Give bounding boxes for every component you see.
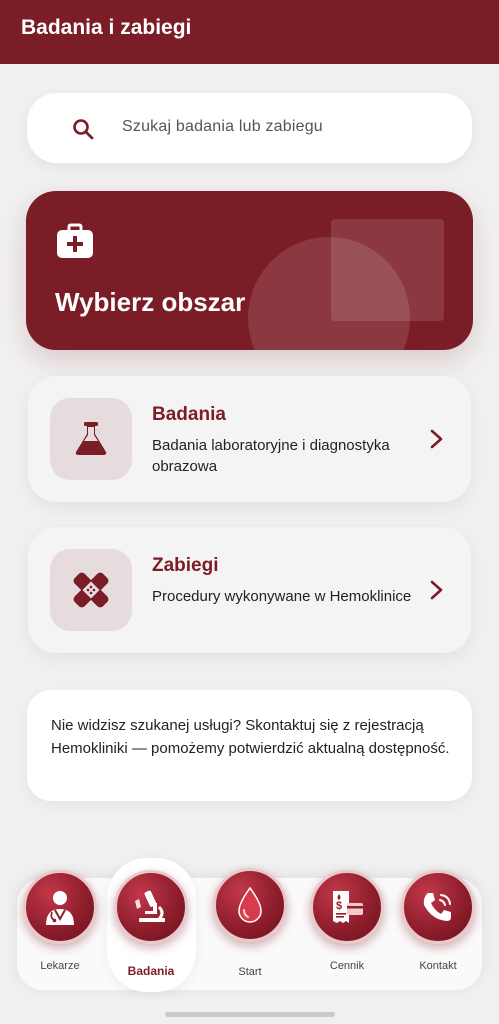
phone-icon	[423, 893, 451, 921]
nav-label: Lekarze	[40, 960, 80, 972]
nav-circle	[213, 868, 287, 942]
home-indicator[interactable]	[165, 1012, 335, 1017]
nav-label: Badania	[127, 964, 175, 978]
microscope-icon	[135, 890, 165, 922]
nav-item-lekarze[interactable]: Lekarze	[20, 0, 100, 1024]
nav-circle	[401, 870, 475, 944]
nav-item-badania[interactable]: Badania	[111, 0, 191, 1024]
nav-circle	[23, 870, 97, 944]
blood-drop-icon	[238, 886, 262, 923]
nav-circle: $	[310, 870, 384, 944]
nav-item-cennik[interactable]: $ Cennik	[307, 0, 387, 1024]
nav-item-start[interactable]: Start	[210, 0, 290, 1024]
price-list-icon: $	[333, 891, 363, 923]
nav-label: Cennik	[329, 960, 365, 972]
nav-label: Kontakt	[419, 960, 457, 972]
nav-item-kontakt[interactable]: Kontakt	[398, 0, 478, 1024]
doctor-icon	[46, 891, 74, 925]
nav-label: Start	[238, 966, 262, 978]
nav-circle	[114, 870, 188, 944]
svg-text:$: $	[336, 900, 342, 912]
